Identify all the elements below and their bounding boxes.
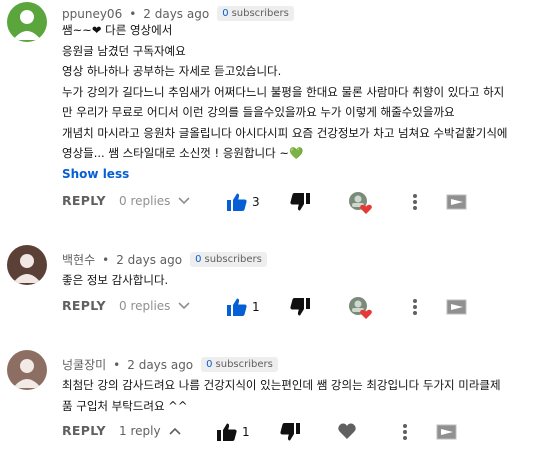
action-bar: REPLY 1 reply 1: [62, 423, 542, 443]
like-count: 3: [252, 195, 260, 209]
more-vertical-icon: [403, 424, 407, 440]
more-vertical-icon: [413, 194, 417, 210]
comment-text: 좋은 정보 감사합니다.: [62, 270, 542, 291]
more-actions-button[interactable]: [412, 298, 418, 320]
heart-icon: [338, 423, 356, 439]
avatar[interactable]: [7, 2, 47, 42]
view-replies-button[interactable]: 0 replies: [119, 194, 190, 208]
show-less-button[interactable]: Show less: [62, 167, 129, 181]
thumbs-up-icon: [227, 298, 247, 316]
more-vertical-icon: [413, 299, 417, 315]
thumbs-down-icon: [280, 423, 300, 441]
timestamp[interactable]: 2 days ago: [127, 358, 193, 372]
creator-heart[interactable]: [348, 296, 372, 324]
dislike-button[interactable]: [280, 423, 300, 445]
heart-button[interactable]: [338, 423, 356, 443]
action-bar: REPLY 0 replies 1: [62, 297, 542, 320]
share-button[interactable]: [436, 423, 458, 445]
thumbs-up-icon: [227, 193, 247, 211]
subscriber-count: 0: [222, 8, 229, 19]
separator: •: [102, 252, 110, 267]
like-button[interactable]: [217, 423, 237, 445]
avatar-icon: [7, 245, 47, 285]
creator-heart[interactable]: [348, 191, 372, 219]
separator: •: [113, 357, 121, 372]
creator-heart-icon: [349, 192, 372, 214]
comment-header: 백현수 • 2 days ago 0 subscribers: [62, 251, 267, 268]
author-name[interactable]: 넝쿨장미: [62, 356, 106, 373]
subscriber-badge: 0 subscribers: [201, 357, 278, 372]
chevron-down-icon: [178, 302, 190, 310]
more-actions-button[interactable]: [402, 423, 408, 445]
subscriber-label: subscribers: [231, 8, 289, 19]
chevron-down-icon: [178, 197, 190, 205]
reply-button[interactable]: REPLY: [62, 298, 106, 313]
chevron-up-icon: [168, 427, 181, 435]
replies-count: 0 replies: [119, 299, 171, 313]
subscriber-count: 0: [195, 254, 202, 265]
subscriber-badge: 0 subscribers: [217, 6, 294, 21]
avatar-icon: [7, 2, 47, 42]
timestamp[interactable]: 2 days ago: [143, 7, 209, 21]
avatar[interactable]: [7, 245, 47, 285]
thumbs-up-icon: [217, 423, 237, 441]
comment-line: 쌤~~❤ 다른 영상에서: [62, 23, 173, 37]
avatar-icon: [7, 350, 47, 390]
comment-line: 품 구입처 부탁드려요 ^^: [62, 398, 188, 413]
creator-heart-icon: [349, 297, 372, 319]
comment-line: 누가 강의가 길다느니 추임새가 어쩌다느니 불평을 한대요 물론 사람마다 취…: [62, 84, 505, 99]
action-bar: REPLY 0 replies 3: [62, 192, 542, 215]
like-count: 1: [242, 425, 250, 439]
replies-count: 1 reply: [119, 424, 161, 438]
comment-line: 좋은 정보 감사합니다.: [62, 273, 169, 287]
comment-line: 최첨단 강의 감사드려요 나름 건강지식이 있는편인데 쌤 강의는 최강입니다 …: [62, 378, 501, 392]
share-button[interactable]: [446, 298, 468, 320]
view-replies-button[interactable]: 0 replies: [119, 299, 190, 313]
timestamp[interactable]: 2 days ago: [116, 253, 182, 267]
subscriber-label: subscribers: [204, 254, 262, 265]
comment-text: 쌤~~❤ 다른 영상에서 응원글 남겼던 구독자예요 영상 하나하나 공부하는 …: [62, 20, 542, 164]
share-icon: [446, 194, 467, 210]
like-button[interactable]: [227, 193, 247, 215]
comment-header: 넝쿨장미 • 2 days ago 0 subscribers: [62, 356, 278, 373]
comment-line: 영상들... 쌤 스타일대로 소신껏 ! 응원합니다 ~💚: [62, 146, 304, 160]
thumbs-down-icon: [290, 298, 310, 316]
comment-header: ppuney06 • 2 days ago 0 subscribers: [62, 6, 294, 21]
comment-line: 응원글 남겼던 구독자예요: [62, 43, 186, 58]
replies-count: 0 replies: [119, 194, 171, 208]
author-name[interactable]: ppuney06: [62, 7, 122, 21]
share-icon: [446, 299, 467, 315]
avatar[interactable]: [7, 350, 47, 390]
comment-line: 개념치 마시라고 응원차 글올립니다 아시다시피 요즘 건강정보가 차고 넘쳐요…: [62, 125, 508, 140]
like-count: 1: [252, 300, 260, 314]
dislike-button[interactable]: [290, 193, 310, 215]
subscriber-label: subscribers: [215, 359, 273, 370]
reply-button[interactable]: REPLY: [62, 193, 106, 208]
comment-text: 최첨단 강의 감사드려요 나름 건강지식이 있는편인데 쌤 강의는 최강입니다 …: [62, 375, 542, 416]
subscriber-count: 0: [206, 359, 213, 370]
subscriber-badge: 0 subscribers: [190, 252, 267, 267]
share-icon: [436, 424, 457, 440]
comment-line: 영상 하나하나 공부하는 자세로 듣고있습니다.: [62, 64, 282, 78]
view-replies-button[interactable]: 1 reply: [119, 424, 181, 438]
share-button[interactable]: [446, 193, 468, 215]
thumbs-down-icon: [290, 193, 310, 211]
separator: •: [129, 6, 137, 21]
author-name[interactable]: 백현수: [62, 251, 95, 268]
more-actions-button[interactable]: [412, 193, 418, 215]
dislike-button[interactable]: [290, 298, 310, 320]
like-button[interactable]: [227, 298, 247, 320]
comment-line: 만 우리가 무료로 어디서 이런 강의를 들을수있을까요 누가 이렇게 해줄수있…: [62, 105, 455, 119]
reply-button[interactable]: REPLY: [62, 423, 106, 438]
